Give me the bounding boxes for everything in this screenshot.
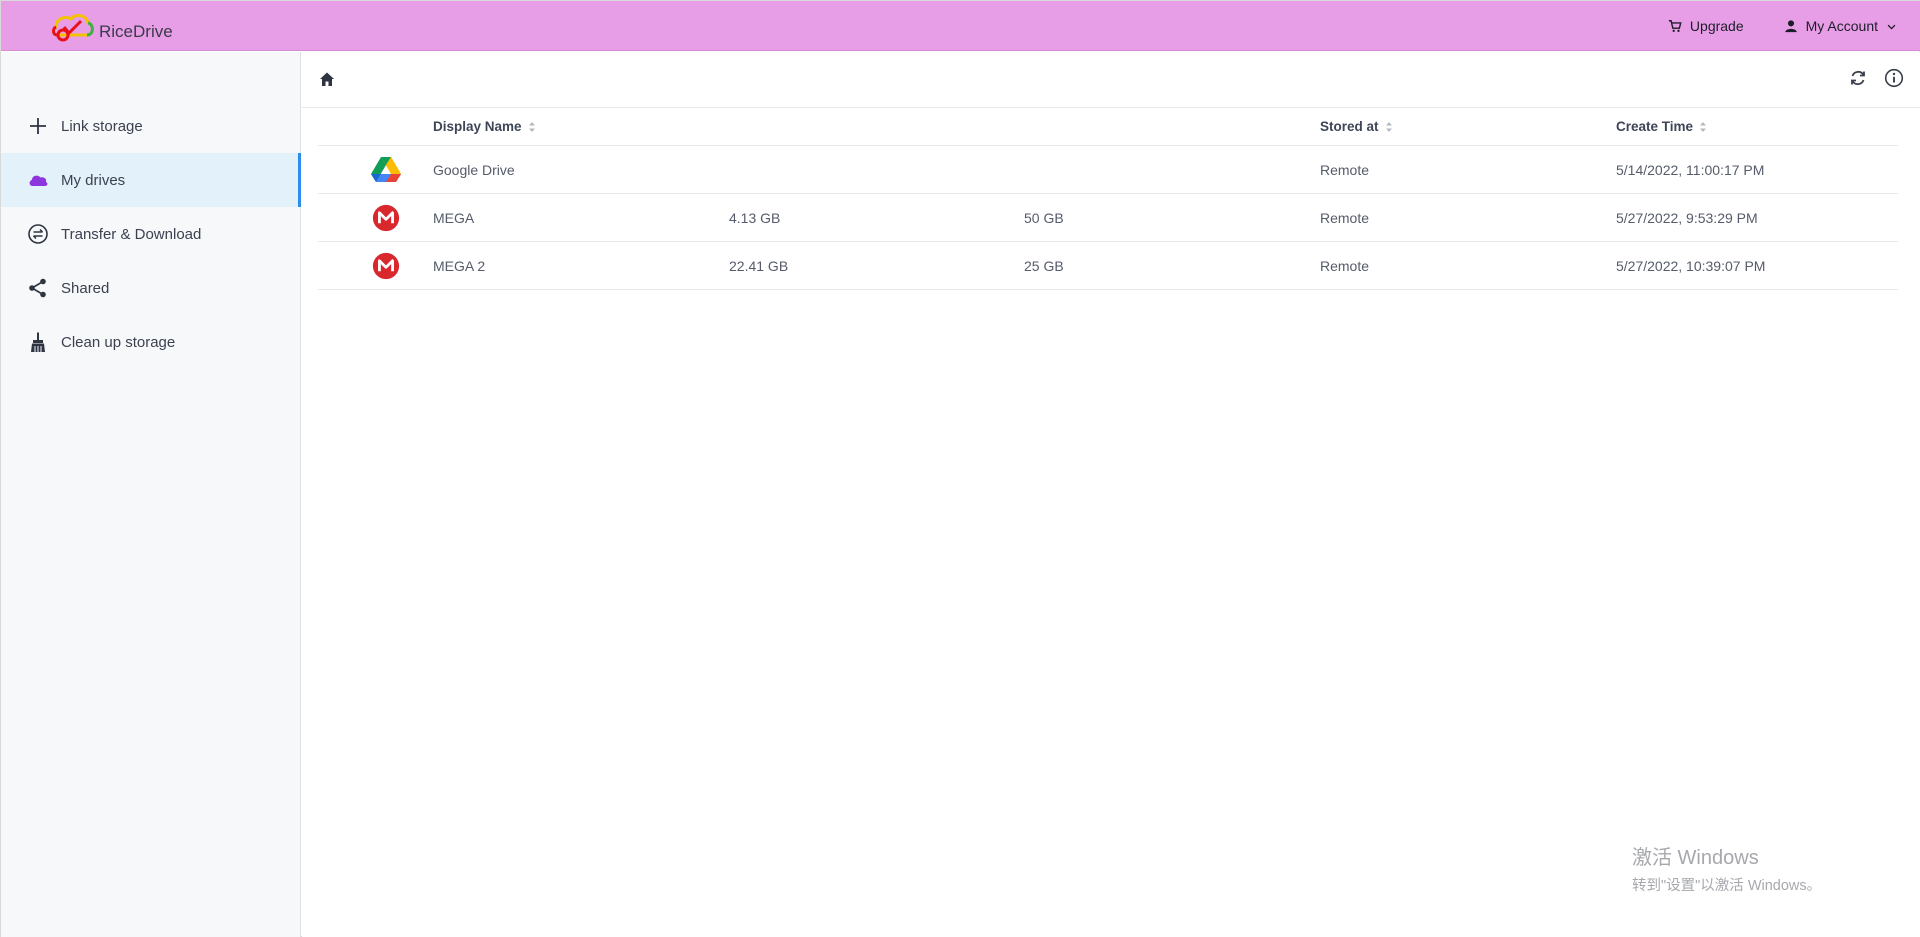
sidebar-item-clean-up-storage[interactable]: Clean up storage — [1, 315, 300, 369]
column-header-stored-at[interactable]: Stored at — [1320, 119, 1616, 134]
sidebar-item-label: Transfer & Download — [61, 225, 202, 243]
sort-icon[interactable] — [1385, 121, 1393, 133]
sort-icon[interactable] — [528, 121, 536, 133]
my-account-label: My Account — [1805, 18, 1878, 34]
row-display-name: MEGA 2 — [433, 257, 486, 274]
broom-icon — [27, 331, 49, 353]
main-content: Display Name Stored at Create Time Googl… — [302, 52, 1920, 937]
upgrade-button[interactable]: Upgrade — [1668, 18, 1744, 34]
row-total-space: 50 GB — [1024, 209, 1064, 226]
sort-icon[interactable] — [1699, 121, 1707, 133]
top-header: RiceDrive Upgrade My Account — [1, 1, 1920, 51]
sidebar: Link storage My drives Transfer & Downlo… — [1, 52, 301, 937]
app-window: RiceDrive Upgrade My Account Link storag… — [0, 0, 1920, 937]
table-row[interactable]: MEGA 2 22.41 GB 25 GB Remote 5/27/2022, … — [318, 242, 1898, 290]
plus-icon — [27, 115, 49, 137]
refresh-icon[interactable] — [1848, 68, 1868, 88]
row-icon-cell — [318, 154, 433, 186]
watermark-title: 激活 Windows — [1632, 847, 1759, 869]
row-display-name: MEGA — [433, 209, 475, 226]
row-icon-cell — [318, 204, 433, 232]
table-header: Display Name Stored at Create Time — [318, 108, 1898, 146]
share-icon — [27, 277, 49, 299]
sidebar-item-shared[interactable]: Shared — [1, 261, 300, 315]
mega-icon — [372, 204, 399, 231]
ricedrive-logo-icon — [52, 14, 94, 42]
sidebar-item-label: Clean up storage — [61, 333, 176, 351]
row-icon-cell — [318, 252, 433, 280]
row-create-time: 5/27/2022, 10:39:07 PM — [1616, 257, 1766, 274]
cloud-icon — [27, 169, 49, 191]
windows-activation-watermark: 激活 Windows 转到"设置"以激活 Windows。 — [1632, 841, 1821, 895]
row-create-time: 5/27/2022, 9:53:29 PM — [1616, 209, 1758, 226]
watermark-subtitle: 转到"设置"以激活 Windows。 — [1632, 878, 1822, 894]
chevron-down-icon — [1887, 24, 1896, 29]
drives-table: Display Name Stored at Create Time Googl… — [318, 108, 1898, 290]
my-account-button[interactable]: My Account — [1784, 18, 1897, 34]
table-row[interactable]: Google Drive Remote 5/14/2022, 11:00:17 … — [318, 146, 1898, 194]
row-stored-at: Remote — [1320, 257, 1370, 274]
row-stored-at: Remote — [1320, 161, 1370, 178]
table-row[interactable]: MEGA 4.13 GB 50 GB Remote 5/27/2022, 9:5… — [318, 194, 1898, 242]
row-display-name: Google Drive — [433, 161, 515, 178]
row-used-space: 22.41 GB — [729, 257, 789, 274]
cart-icon — [1668, 20, 1682, 32]
column-header-label: Display Name — [433, 119, 522, 134]
toolbar — [302, 52, 1920, 108]
app-name: RiceDrive — [99, 22, 173, 41]
sidebar-item-link-storage[interactable]: Link storage — [1, 99, 300, 153]
column-header-display-name[interactable]: Display Name — [433, 119, 729, 134]
user-icon — [1784, 20, 1797, 33]
info-icon[interactable] — [1884, 68, 1904, 88]
row-total-space: 25 GB — [1024, 257, 1064, 274]
sidebar-item-transfer-download[interactable]: Transfer & Download — [1, 207, 300, 261]
sidebar-item-label: My drives — [61, 171, 126, 189]
sidebar-item-label: Shared — [61, 279, 110, 297]
upgrade-label: Upgrade — [1689, 18, 1744, 34]
column-header-label: Create Time — [1616, 119, 1694, 134]
google-drive-icon — [370, 156, 401, 182]
row-stored-at: Remote — [1320, 209, 1370, 226]
home-icon[interactable] — [318, 70, 336, 88]
sidebar-item-label: Link storage — [61, 117, 143, 135]
app-logo[interactable]: RiceDrive — [51, 11, 173, 43]
sidebar-item-my-drives[interactable]: My drives — [1, 153, 301, 207]
column-header-create-time[interactable]: Create Time — [1616, 119, 1898, 134]
mega-icon — [372, 252, 399, 279]
column-header-label: Stored at — [1320, 119, 1379, 134]
row-create-time: 5/14/2022, 11:00:17 PM — [1616, 161, 1765, 178]
row-used-space: 4.13 GB — [729, 209, 781, 226]
transfer-icon — [27, 223, 49, 245]
